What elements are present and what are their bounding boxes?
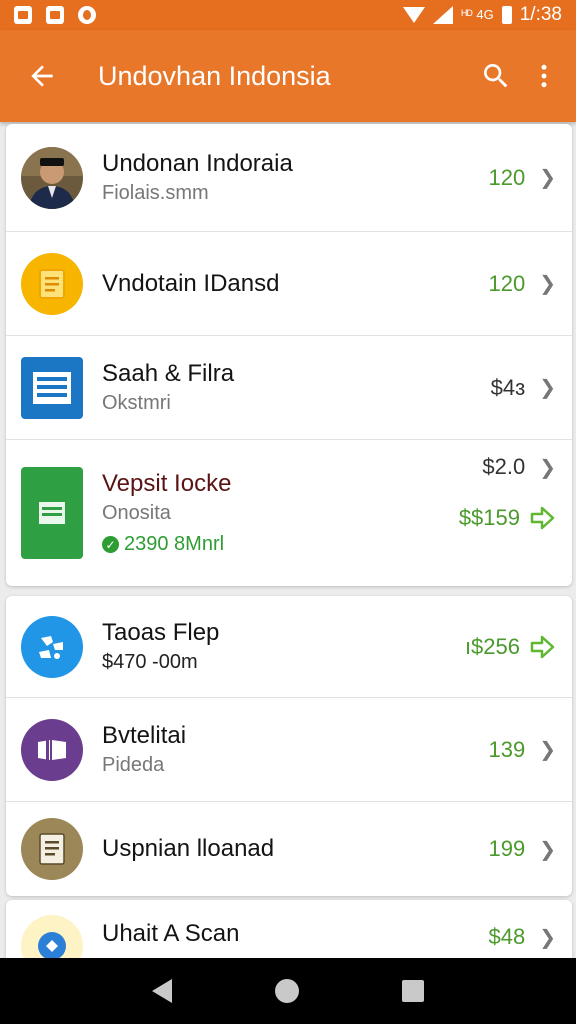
chevron-right-icon: ❯ (539, 377, 556, 399)
book-icon (21, 718, 83, 781)
notification-icon (78, 6, 96, 24)
notification-icon (46, 6, 64, 24)
nav-recents-icon[interactable] (402, 980, 425, 1002)
item-trailing: 199 ❯ (489, 836, 556, 862)
item-value: $48 (488, 924, 526, 949)
chevron-right-icon: ❯ (539, 739, 556, 761)
list-item[interactable]: Vndotain IDansd 120 ❯ (6, 232, 572, 336)
back-button[interactable] (12, 46, 72, 106)
avatar (20, 146, 84, 210)
status-bar: ᴴᴰ 4G 1/:38 (0, 0, 576, 30)
app-bar: Undovhan Indonsia (0, 30, 576, 122)
nav-back-icon[interactable] (151, 979, 172, 1003)
more-vert-icon (541, 64, 547, 88)
chevron-right-icon: ❯ (539, 167, 556, 189)
search-button[interactable] (472, 46, 520, 106)
item-extra: 2390 8Mnrl (124, 533, 225, 555)
avatar-photo (21, 146, 83, 209)
arrow-right-outline-icon (530, 506, 555, 530)
arrow-back-icon (31, 65, 53, 87)
network-label: ᴴᴰ 4G (461, 7, 494, 22)
list-card: Taoas Flep $470 -00m ı$256 Bvtelitai Pid… (6, 596, 572, 896)
overflow-menu-button[interactable] (520, 46, 568, 106)
item-status: ✓ 2390 8Mnrl (102, 533, 572, 556)
item-value-secondary: $$159 (458, 505, 520, 530)
item-value: 120 (488, 270, 526, 296)
list-item[interactable]: Undonan Indoraia Fiolais.smm 120 ❯ (6, 124, 572, 232)
item-trailing: 139 ❯ (489, 737, 556, 763)
nav-home-icon[interactable] (274, 979, 299, 1003)
chevron-right-icon: ❯ (539, 838, 556, 861)
item-value: $2.0 (482, 454, 526, 479)
list-icon (21, 356, 83, 419)
sheet-icon (21, 467, 83, 559)
wifi-icon (403, 7, 426, 23)
status-time: 1/:38 (519, 4, 562, 25)
item-trailing: 120 ❯ (489, 165, 556, 191)
search-icon (484, 64, 508, 88)
item-value: 199 (488, 836, 526, 861)
list-item[interactable]: Bvtelitai Pideda 139 ❯ (6, 698, 572, 802)
list-item[interactable]: Saah & Filra Okstmri $4ɜ ❯ (6, 336, 572, 440)
notification-icon (14, 6, 32, 24)
item-value: $4ɜ (490, 374, 526, 400)
system-nav-bar (0, 958, 576, 1024)
puzzle-icon (21, 615, 83, 678)
document-icon (21, 252, 83, 315)
app-title: Undovhan Indonsia (98, 60, 331, 91)
item-trailing: 120 ❯ (489, 271, 556, 297)
chevron-right-icon: ❯ (539, 926, 556, 949)
battery-icon (501, 6, 512, 24)
receipt-icon (21, 818, 83, 880)
list-item[interactable]: Vepsit Iocke Onosita ✓ 2390 8Mnrl $2.0 ❯… (6, 440, 572, 586)
item-value: 139 (488, 736, 526, 762)
item-trailing: $4ɜ ❯ (491, 375, 556, 401)
signal-icon (433, 6, 454, 24)
item-trailing: $48 ❯ (489, 924, 556, 950)
list-item[interactable]: Uspnian lloanad 199 ❯ (6, 802, 572, 896)
check-icon: ✓ (102, 536, 119, 553)
item-trailing: ı$256 (465, 633, 556, 661)
item-trailing: $2.0 ❯ (482, 454, 556, 480)
item-trailing-secondary: $$159 (459, 504, 556, 532)
status-indicators: ᴴᴰ 4G 1/:38 (403, 4, 562, 26)
list-card: Undonan Indoraia Fiolais.smm 120 ❯ Vndot… (6, 124, 572, 586)
chevron-right-icon: ❯ (539, 456, 556, 479)
notification-icons (14, 6, 96, 24)
item-value: ı$256 (464, 633, 520, 659)
arrow-right-outline-icon (530, 635, 555, 658)
item-value: 120 (488, 164, 526, 190)
chevron-right-icon: ❯ (539, 273, 556, 295)
list-item[interactable]: Taoas Flep $470 -00m ı$256 (6, 596, 572, 698)
